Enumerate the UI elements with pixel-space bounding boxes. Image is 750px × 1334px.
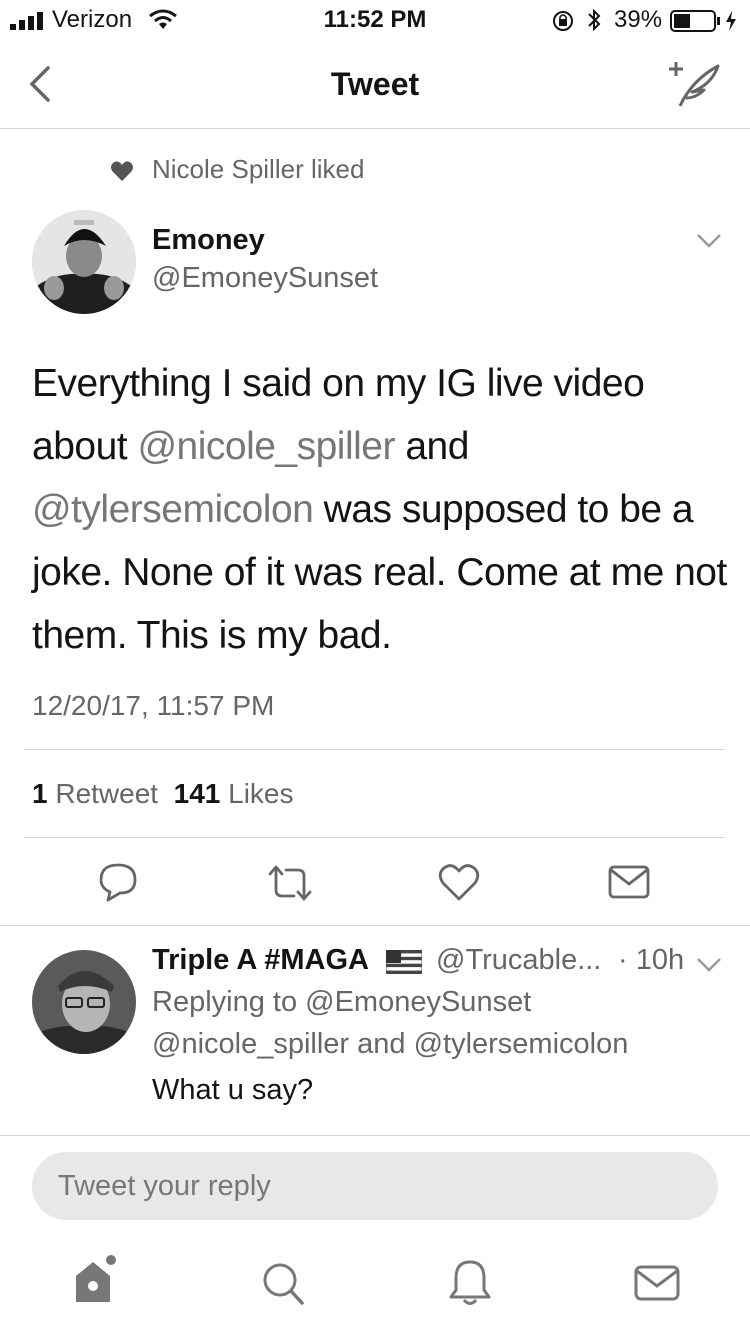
retweet-stat[interactable]: 1 Retweet — [32, 778, 158, 809]
reply-author-name[interactable]: Triple A #MAGA — [152, 944, 369, 977]
tweet-text-part: and — [394, 425, 469, 468]
reply-input-placeholder: Tweet your reply — [58, 1170, 271, 1202]
orientation-lock-icon — [553, 11, 573, 31]
messages-icon[interactable] — [634, 1264, 680, 1304]
divider — [0, 925, 750, 926]
chevron-down-icon[interactable] — [696, 956, 722, 974]
reply-text: What u say? — [152, 1074, 314, 1106]
search-icon[interactable] — [260, 1260, 306, 1308]
like-label: Likes — [228, 778, 294, 809]
retweet-count: 1 — [32, 778, 48, 809]
envelope-icon[interactable] — [608, 864, 650, 900]
replying-to-line[interactable]: Replying to @EmoneySunset — [152, 986, 531, 1019]
author-avatar[interactable] — [32, 210, 136, 314]
reply-avatar[interactable] — [32, 950, 136, 1054]
chevron-down-icon[interactable] — [696, 232, 722, 250]
home-icon[interactable] — [72, 1254, 118, 1306]
reply-icon[interactable] — [98, 862, 138, 902]
status-bar: Verizon 11:52 PM 39% — [0, 0, 750, 40]
bluetooth-icon — [588, 8, 601, 32]
battery-icon — [670, 10, 736, 32]
engagement-counts: 1 Retweet 141 Likes — [32, 778, 294, 810]
divider — [25, 749, 725, 750]
author-handle[interactable]: @EmoneySunset — [152, 262, 378, 295]
page-title: Tweet — [330, 66, 420, 102]
nav-bar: Tweet — [0, 40, 750, 129]
replying-to-line[interactable]: @nicole_spiller and @tylersemicolon — [152, 1028, 628, 1061]
tweet-text: Everything I said on my IG live video ab… — [32, 352, 732, 667]
author-name[interactable]: Emoney — [152, 224, 265, 257]
mention-link[interactable]: @tylersemicolon — [32, 488, 314, 531]
bell-icon[interactable] — [448, 1258, 492, 1308]
like-stat[interactable]: 141 Likes — [174, 778, 294, 809]
mention-link[interactable]: @nicole_spiller — [137, 425, 395, 468]
reply-input[interactable]: Tweet your reply — [32, 1152, 718, 1220]
battery-percent: 39% — [614, 6, 663, 33]
divider — [0, 1135, 750, 1136]
social-context-label: Nicole Spiller liked — [152, 154, 365, 184]
tweet-timestamp: 12/20/17, 11:57 PM — [32, 690, 275, 721]
reply-author-handle[interactable]: @Trucable... — [436, 944, 601, 977]
retweet-icon[interactable] — [266, 864, 314, 902]
heart-icon — [111, 161, 133, 181]
reply-time: · 10h — [618, 944, 685, 976]
retweet-label: Retweet — [55, 778, 159, 809]
compose-feather-icon[interactable] — [668, 60, 724, 112]
like-icon[interactable] — [438, 862, 480, 902]
divider — [25, 837, 725, 838]
us-flag-icon — [386, 950, 422, 974]
like-count: 141 — [173, 778, 221, 809]
